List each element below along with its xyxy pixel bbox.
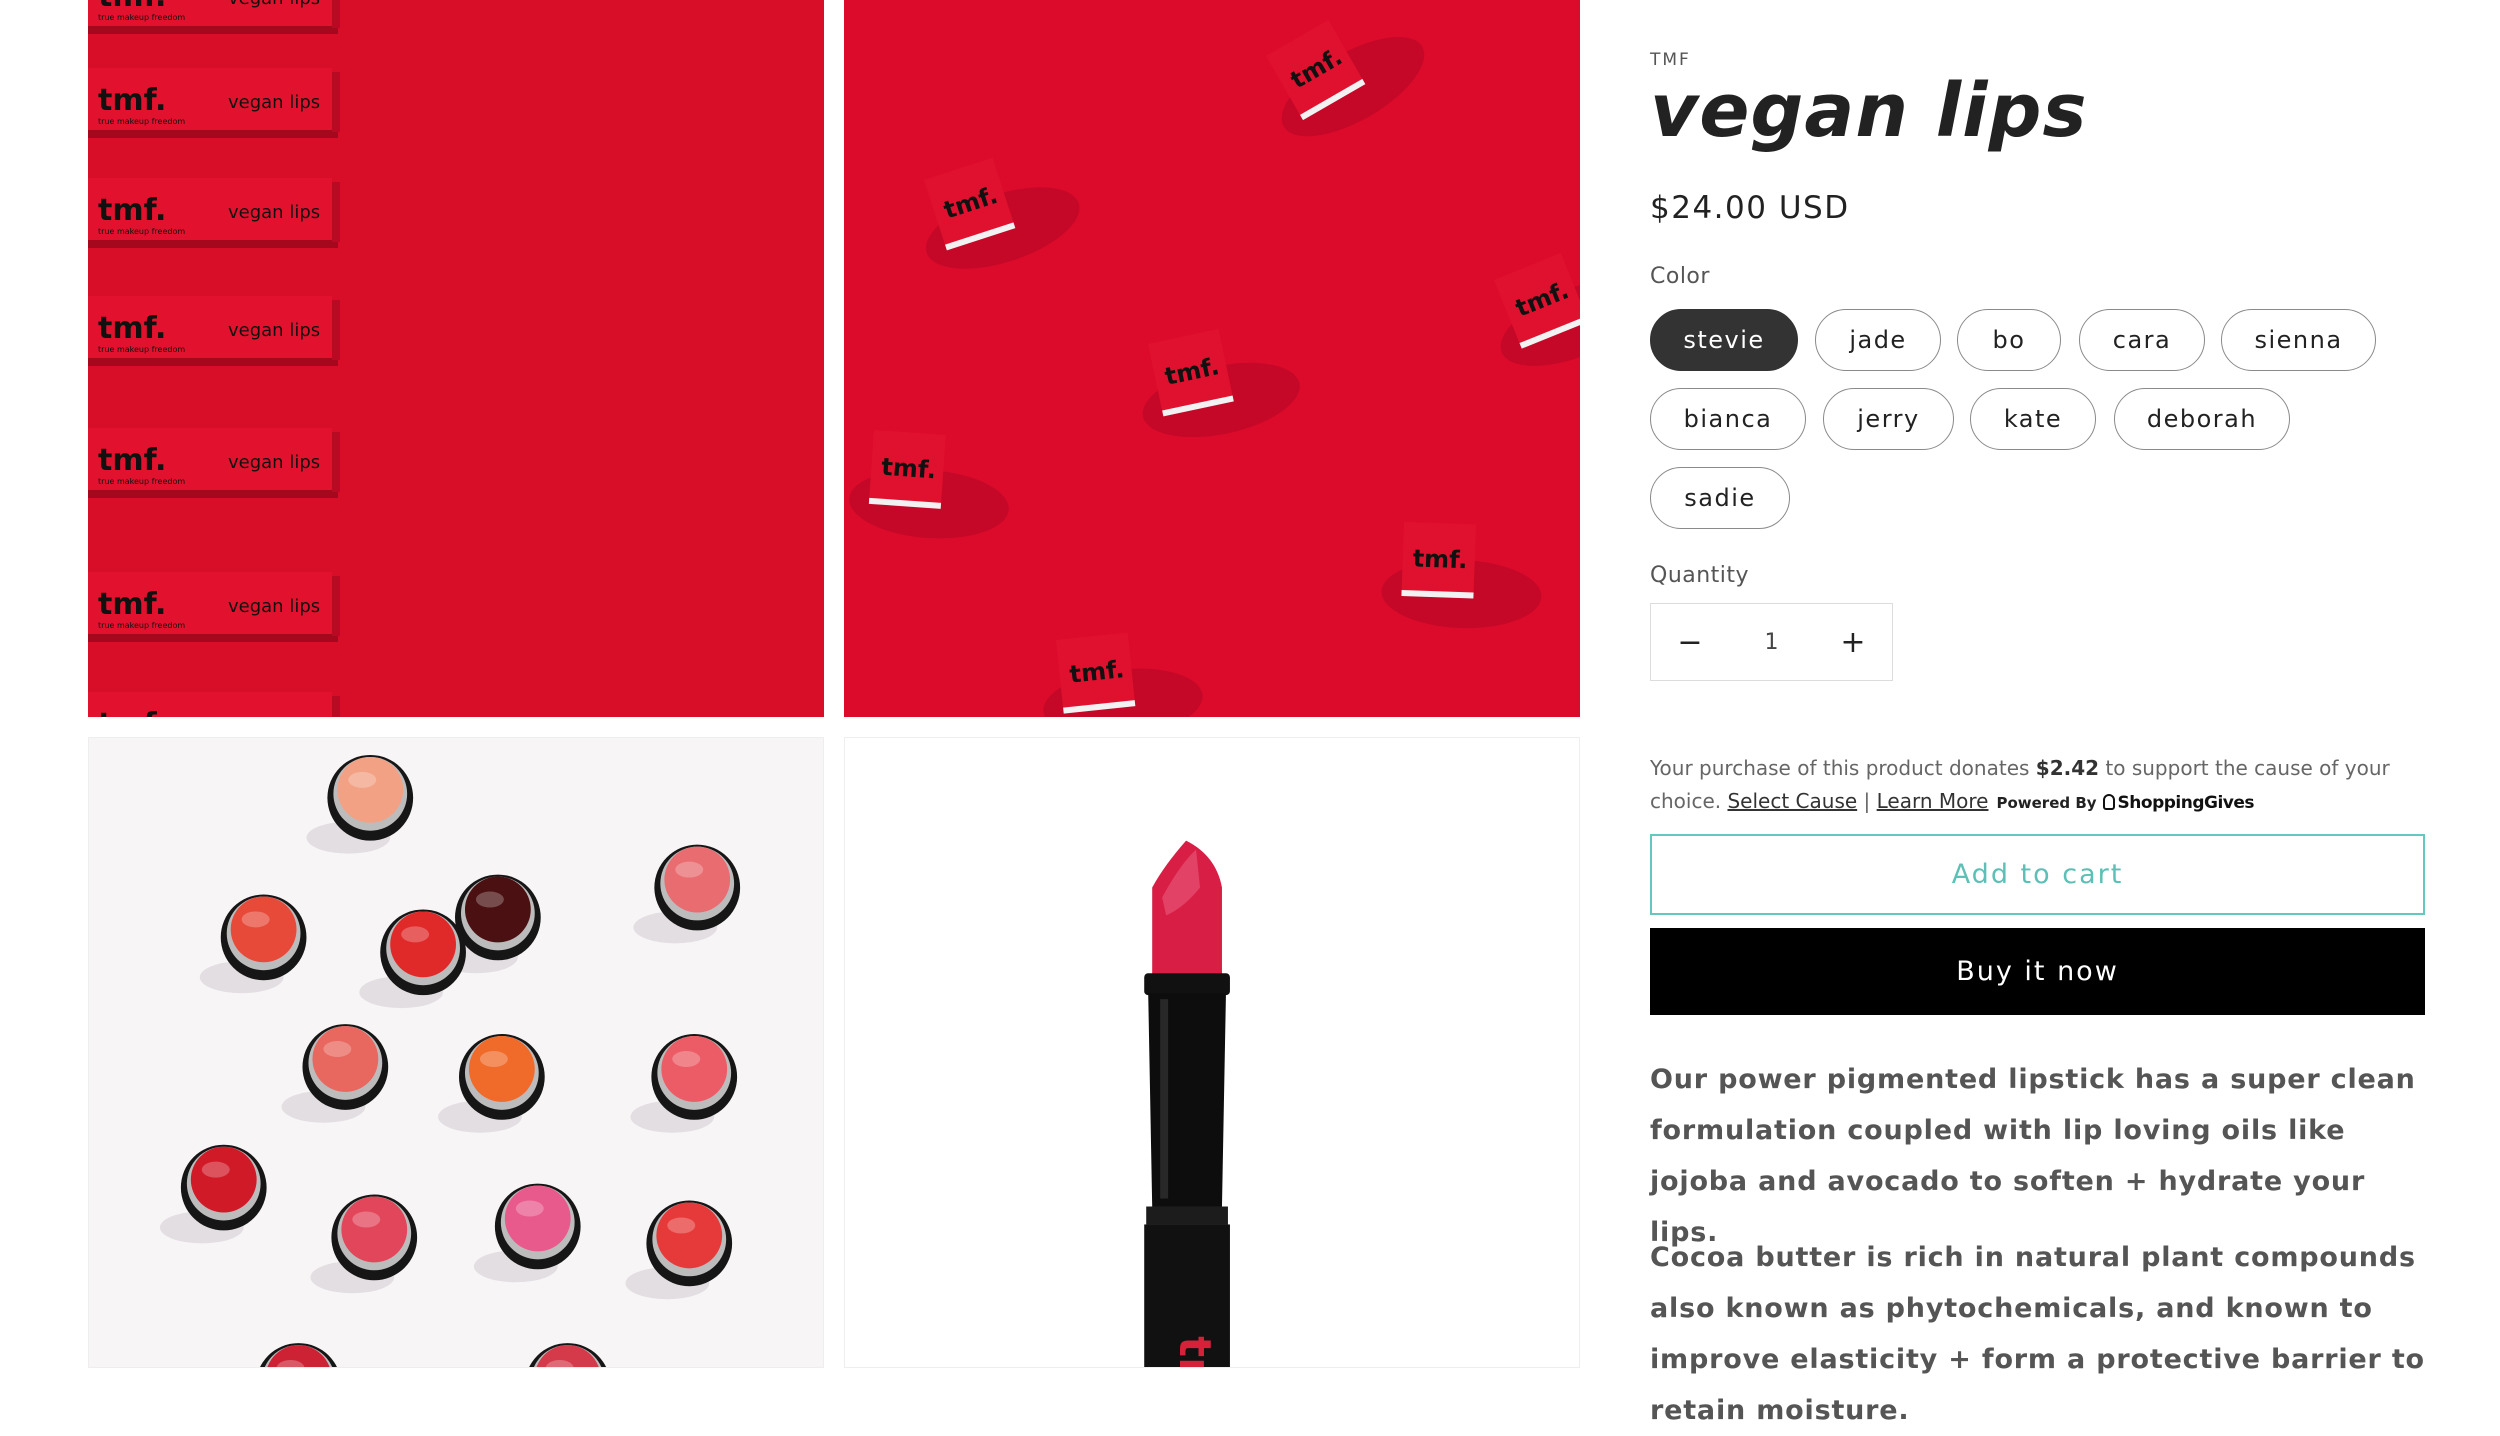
cube-brand-text: tmf. [1412, 544, 1468, 574]
swatch-bo[interactable]: bo [1957, 309, 2061, 371]
box-label-text: vegan lips [228, 0, 320, 9]
tube-brand-text: tmf. [1169, 1336, 1220, 1367]
box-label-text: vegan lips [228, 596, 320, 617]
product-vendor: TMF [1650, 50, 1691, 70]
color-label: Color [1650, 264, 1710, 289]
swatch-sadie[interactable]: sadie [1650, 467, 1790, 529]
quantity-stepper: − 1 + [1650, 603, 1893, 681]
buy-now-button[interactable]: Buy it now [1650, 928, 2425, 1015]
shopping-gives-brand[interactable]: ShoppingGives [2118, 793, 2255, 813]
vegan-lips-box: tmf.true makeup freedomvegan lips [88, 692, 340, 717]
cube-brand-text: tmf. [1068, 655, 1125, 689]
vegan-lips-box: tmf.true makeup freedom vegan lips [88, 178, 340, 248]
description-paragraph-1: Our power pigmented lipstick has a super… [1650, 1064, 2416, 1248]
lipstick-bullets-illustration [89, 738, 823, 1367]
donation-amount: $2.42 [2035, 756, 2100, 780]
vegan-lips-box: tmf.true makeup freedom vegan lips [88, 296, 340, 366]
description-paragraph-2: Cocoa butter is rich in natural plant co… [1650, 1242, 2425, 1426]
vegan-lips-box: tmf.true makeup freedom vegan lips [88, 572, 340, 642]
donation-text-start: Your purchase of this product donates [1650, 756, 2036, 780]
cube-brand-text: tmf. [880, 453, 937, 485]
box-label-text: vegan lips [228, 320, 320, 341]
product-image-bullets[interactable] [88, 737, 824, 1368]
box-brand-text: tmf. [98, 587, 166, 622]
powered-by-label: Powered By [1996, 794, 2097, 812]
box-tagline-text: true makeup freedom [98, 345, 185, 354]
box-label-text: vegan lips [228, 716, 320, 717]
select-cause-link[interactable]: Select Cause [1727, 789, 1857, 813]
vegan-lips-box: tmf.true makeup freedom vegan lips [88, 0, 340, 34]
product-price: $24.00 USD [1650, 190, 1850, 226]
swatch-kate[interactable]: kate [1970, 388, 2096, 450]
scattered-cubes-illustration: tmf.tmf.tmf.tmf.tmf.tmf.tmf. [844, 0, 1580, 717]
box-brand-text: tmf. [98, 707, 166, 717]
swatch-stevie[interactable]: stevie [1650, 309, 1798, 371]
box-tagline-text: true makeup freedom [98, 477, 185, 486]
single-lipstick-illustration: tmf. [845, 738, 1579, 1367]
box-tagline-text: true makeup freedom [98, 117, 185, 126]
product-image-cubes[interactable]: tmf. tmf. tmf. tmf. tmf. tmf. tmf. [844, 0, 1580, 717]
donation-separator: | [1857, 789, 1877, 813]
quantity-input[interactable]: 1 [1729, 630, 1814, 655]
quantity-label: Quantity [1650, 563, 1750, 588]
box-tagline-text: true makeup freedom [98, 227, 185, 236]
box-label-text: vegan lips [228, 92, 320, 113]
quantity-increase-button[interactable]: + [1814, 604, 1892, 680]
swatch-sienna[interactable]: sienna [2221, 309, 2376, 371]
box-brand-text: tmf. [98, 443, 166, 478]
box-brand-text: tmf. [98, 0, 166, 14]
product-image-single-lipstick[interactable]: tmf. [844, 737, 1580, 1368]
swatch-deborah[interactable]: deborah [2114, 388, 2290, 450]
add-to-cart-button[interactable]: Add to cart [1650, 834, 2425, 915]
donation-notice: Your purchase of this product donates $2… [1650, 752, 2425, 820]
swatch-bianca[interactable]: bianca [1650, 388, 1806, 450]
vegan-lips-box: tmf.true makeup freedom vegan lips [88, 428, 340, 498]
vegan-lips-boxes-illustration: tmf.true makeup freedomvegan lipstmf.tru… [88, 0, 824, 717]
shopping-gives-icon [2102, 794, 2115, 810]
box-brand-text: tmf. [98, 311, 166, 346]
swatch-jerry[interactable]: jerry [1823, 388, 1954, 450]
swatch-cara[interactable]: cara [2079, 309, 2205, 371]
swatch-jade[interactable]: jade [1815, 309, 1941, 371]
vegan-lips-box: tmf.true makeup freedom vegan lips [88, 68, 340, 138]
learn-more-link[interactable]: Learn More [1877, 789, 1989, 813]
box-label-text: vegan lips [228, 202, 320, 223]
quantity-decrease-button[interactable]: − [1651, 604, 1729, 680]
box-tagline-text: true makeup freedom [98, 621, 185, 630]
box-brand-text: tmf. [98, 193, 166, 228]
product-title: vegan lips [1650, 68, 2088, 154]
product-image-boxes[interactable]: tmf.true makeup freedomvegan lipstmf.tru… [88, 0, 824, 717]
box-brand-text: tmf. [98, 83, 166, 118]
box-label-text: vegan lips [228, 452, 320, 473]
box-tagline-text: true makeup freedom [98, 13, 185, 22]
